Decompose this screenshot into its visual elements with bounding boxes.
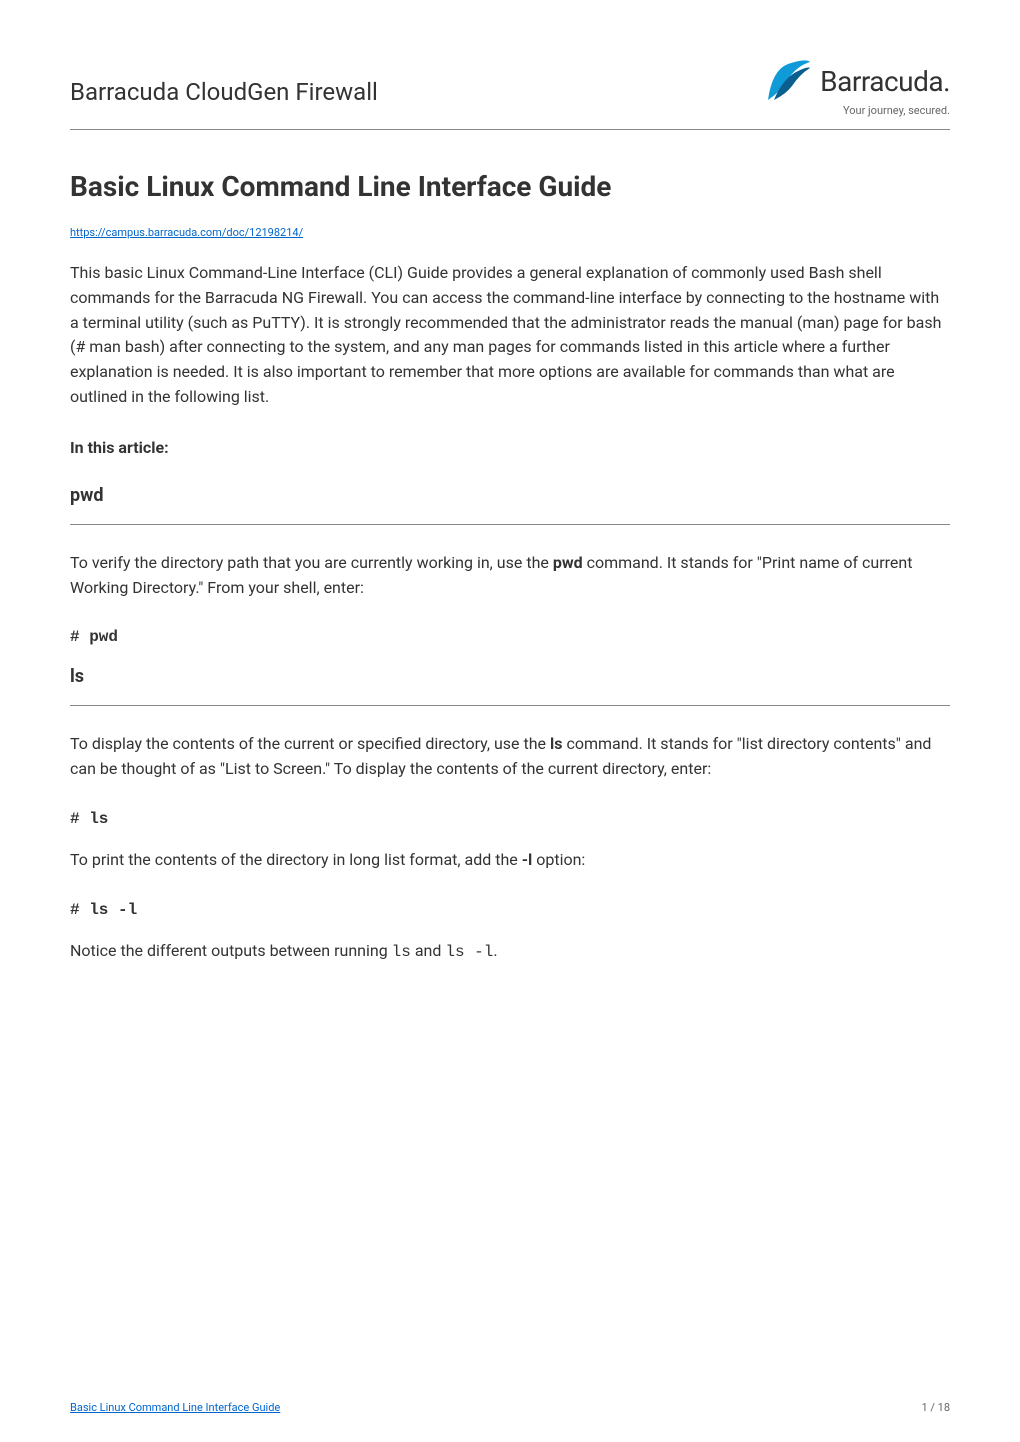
page-title: Basic Linux Command Line Interface Guide: [70, 170, 950, 203]
ls-command-1: # ls: [70, 810, 950, 828]
inline-code: ls -l: [445, 943, 493, 961]
text-segment: To display the contents of the current o…: [70, 734, 550, 753]
bold-option-flag: -l: [522, 850, 533, 869]
logo-container: Barracuda. Your journey, secured.: [766, 60, 950, 117]
in-this-article-label: In this article:: [70, 438, 950, 457]
page-header: Barracuda CloudGen Firewall Barracuda. Y…: [70, 60, 950, 130]
brand-name: Barracuda.: [820, 65, 950, 98]
text-segment: To print the contents of the directory i…: [70, 850, 522, 869]
text-segment: option:: [532, 850, 585, 869]
ls-description-1: To display the contents of the current o…: [70, 732, 950, 782]
section-heading-ls: ls: [70, 666, 950, 687]
product-name: Barracuda CloudGen Firewall: [70, 60, 378, 106]
bold-command-name: ls: [550, 734, 562, 753]
bold-command-name: pwd: [553, 553, 583, 572]
ls-description-2: To print the contents of the directory i…: [70, 848, 950, 873]
section-divider: [70, 524, 950, 525]
section-heading-pwd: pwd: [70, 485, 950, 506]
inline-code: ls: [392, 943, 411, 961]
barracuda-wave-icon: [766, 60, 812, 102]
page-footer: Basic Linux Command Line Interface Guide…: [70, 1401, 950, 1414]
ls-description-3: Notice the different outputs between run…: [70, 939, 950, 965]
text-segment: To verify the directory path that you ar…: [70, 553, 553, 572]
doc-source-link[interactable]: https://campus.barracuda.com/doc/1219821…: [70, 226, 303, 239]
pwd-description: To verify the directory path that you ar…: [70, 551, 950, 601]
page-number: 1 / 18: [921, 1401, 950, 1414]
brand-tagline: Your journey, secured.: [843, 104, 950, 117]
ls-command-2: # ls -l: [70, 901, 950, 919]
text-segment: and: [411, 941, 446, 960]
intro-paragraph: This basic Linux Command-Line Interface …: [70, 261, 950, 410]
brand-logo: Barracuda.: [766, 60, 950, 102]
text-segment: .: [493, 941, 497, 960]
section-divider: [70, 705, 950, 706]
text-segment: Notice the different outputs between run…: [70, 941, 392, 960]
pwd-command: # pwd: [70, 628, 950, 646]
footer-doc-link[interactable]: Basic Linux Command Line Interface Guide: [70, 1401, 280, 1414]
